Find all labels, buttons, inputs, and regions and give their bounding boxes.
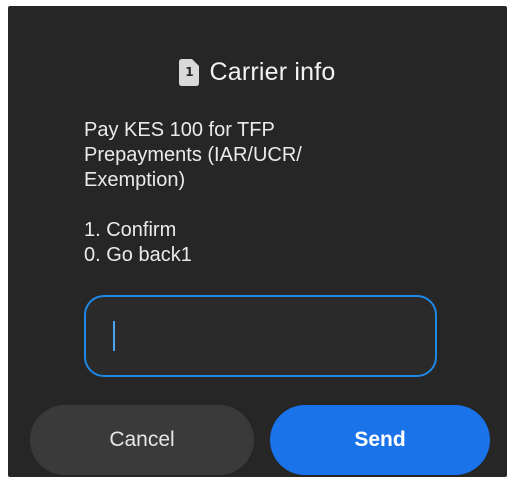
sim-card-icon: 1 <box>179 58 200 86</box>
option-confirm: 1. Confirm <box>84 219 177 241</box>
message-line: Exemption) <box>84 169 186 191</box>
text-caret <box>113 321 115 351</box>
dialog-title: Carrier info <box>209 57 336 86</box>
message-line: Prepayments (IAR/UCR/ <box>84 144 302 166</box>
sim-slot-number: 1 <box>185 64 194 79</box>
cancel-button[interactable]: Cancel <box>30 405 254 475</box>
ussd-message: Pay KES 100 for TFP Prepayments (IAR/UCR… <box>84 118 444 268</box>
message-line: Pay KES 100 for TFP <box>84 119 275 141</box>
ussd-dialog: 1 Carrier info Pay KES 100 for TFP Prepa… <box>8 6 507 477</box>
send-button[interactable]: Send <box>270 405 490 475</box>
option-go-back: 0. Go back1 <box>84 244 192 266</box>
dialog-header: 1 Carrier info <box>8 56 507 88</box>
reply-input[interactable] <box>84 295 437 377</box>
